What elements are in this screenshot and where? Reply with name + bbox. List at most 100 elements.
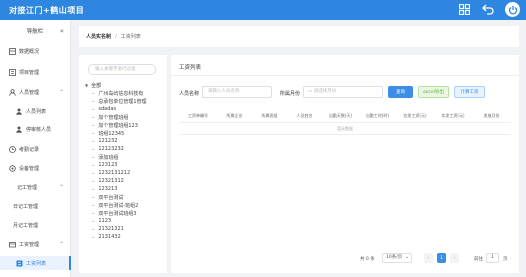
sidebar-item-label: 工资管理 — [19, 241, 40, 248]
page-size-select[interactable]: 10条/页 ⌄ — [382, 253, 412, 263]
table-header: 工资单编号 所属企业 所属班组 人员姓名 出勤天数(天) 出勤工时(时) 应发工资(元) 实发… — [179, 110, 511, 123]
current-page-button[interactable]: 1 — [437, 253, 446, 263]
tree-node[interactable]: • 广州岛屿信息科技有 — [92, 89, 167, 97]
tree-root[interactable]: ▼ 全部 — [85, 82, 101, 89]
column-header[interactable]: 发放月份 — [472, 113, 511, 119]
month-filter-label: 所属月份 — [280, 91, 301, 97]
tree-root-label: 全部 — [91, 83, 102, 89]
grid-icon[interactable] — [457, 3, 471, 17]
bullet-icon: • — [92, 90, 95, 96]
collapse-sidebar-icon[interactable]: « — [60, 27, 64, 35]
tree-node[interactable]: • 添加班组 — [92, 153, 167, 161]
bullet-icon: • — [92, 210, 95, 216]
month-filter-input[interactable]: ▭ 请选择月份 — [303, 86, 383, 98]
app-title: 对接江门+鹤山项目 — [9, 5, 85, 15]
sidebar-item-attendance[interactable]: 考勤记录 — [0, 142, 71, 156]
calculate-wages-button[interactable]: 计算工资 — [454, 86, 485, 98]
tree-node[interactable]: • 2131432 — [92, 233, 167, 241]
tree-node-list: • 广州岛屿信息科技有 • 总承包单位管理1管理 • sdadas • 加个管理班组 • 加个管理… — [92, 89, 167, 241]
chevron-up-icon: ⌃ — [58, 240, 64, 248]
sidebar-item-personnel[interactable]: 人员管理 ⌃ — [0, 85, 71, 99]
payroll-panel: 工资列表 人员名称 请输入人员名称 所属月份 ▭ 请选择月份 查询 excel导… — [171, 55, 519, 273]
settings-icon — [8, 164, 16, 172]
tree-node[interactable]: • 1232131212 — [92, 169, 167, 177]
tree-node[interactable]: • 12123232 — [92, 145, 167, 153]
tree-node-label: 加个管理班组123 — [98, 122, 138, 129]
sidebar-item-label: 记工管理 — [17, 184, 38, 191]
column-header[interactable]: 实发工资(元) — [434, 113, 472, 119]
tree-node[interactable]: • sdadas — [92, 105, 167, 113]
tree-node-label: 12123232 — [98, 146, 124, 152]
bullet-icon: • — [92, 98, 95, 104]
bullet-icon: • — [92, 138, 95, 144]
tree-node[interactable]: • 双平台测试 — [92, 193, 167, 201]
breadcrumb-separator: / — [115, 33, 117, 40]
clock-icon — [8, 145, 16, 153]
excel-export-button[interactable]: excel导出 — [418, 86, 449, 98]
column-header[interactable]: 出勤天数(天) — [322, 113, 359, 119]
tree-node[interactable]: • 加个管理班组 — [92, 113, 167, 121]
tree-node[interactable]: • 班组12345 — [92, 129, 167, 137]
sidebar-item-label: 停审核人员 — [26, 126, 52, 133]
column-header[interactable]: 出勤工时(时) — [359, 113, 396, 119]
tree-node-label: 21321321 — [98, 226, 124, 232]
sidebar-item-personnel-list[interactable]: 人员列表 — [0, 104, 71, 118]
next-page-button[interactable]: › — [450, 253, 459, 263]
search-button[interactable]: 查询 — [388, 86, 413, 98]
chevron-up-icon: ⌃ — [58, 88, 64, 96]
bullet-icon: • — [92, 106, 95, 112]
bullet-icon: • — [92, 170, 95, 176]
sidebar-item-label: 月记工管理 — [13, 222, 39, 229]
chevron-up-icon: ⌃ — [58, 183, 64, 191]
sidebar-item-label: 考勤记录 — [19, 146, 40, 153]
page-unit-label: 页 — [503, 256, 508, 262]
dashboard-icon — [8, 47, 16, 55]
wallet-icon — [8, 240, 16, 248]
sidebar-item-payroll[interactable]: 工资管理 ⌃ — [0, 237, 71, 251]
breadcrumb-parent[interactable]: 人员实名制 — [86, 33, 111, 40]
sidebar-item-work-records[interactable]: 记工管理 ⌃ — [0, 180, 71, 194]
column-header[interactable]: 应发工资(元) — [396, 113, 434, 119]
tree-node[interactable]: • 1123 — [92, 217, 167, 225]
bullet-icon: • — [92, 122, 95, 128]
tree-node[interactable]: • 总承包单位管理1管理 — [92, 97, 167, 105]
tree-node[interactable]: • 加个管理班组123 — [92, 121, 167, 129]
sidebar-item-overview[interactable]: 数据概况 — [0, 44, 71, 58]
sidebar-item-pending-review[interactable]: 停审核人员 — [0, 122, 71, 136]
sidebar-item-daily-records[interactable]: 日记工管理 — [0, 199, 71, 213]
bullet-icon: • — [92, 114, 95, 120]
tree-node[interactable]: • 21321321 — [92, 225, 167, 233]
sidebar-item-label: 数据概况 — [19, 48, 40, 55]
prev-page-button[interactable]: ‹ — [424, 253, 433, 263]
column-header[interactable]: 所属班组 — [252, 113, 287, 119]
table-empty-text: 暂无数据 — [179, 123, 511, 135]
sidebar-item-payroll-list[interactable]: 工资列表 — [0, 256, 71, 270]
tree-node[interactable]: • 123123 — [92, 161, 167, 169]
tree-node-label: 双平台测试-班组2 — [98, 202, 139, 209]
name-filter-input[interactable]: 请输入人员名称 — [202, 86, 272, 98]
column-header[interactable]: 人员姓名 — [287, 113, 322, 119]
bullet-icon: • — [92, 194, 95, 200]
tree-filter-input[interactable]: 输入关键字进行过滤 — [88, 64, 156, 75]
tree-node-label: 双平台测试班组3 — [98, 210, 137, 217]
tree-node[interactable]: • 双平台测试-班组2 — [92, 201, 167, 209]
caret-down-icon[interactable]: ▼ — [85, 83, 88, 88]
back-arrow-icon[interactable] — [481, 3, 495, 17]
tree-node[interactable]: • 双平台测试班组3 — [92, 209, 167, 217]
sidebar-item-monthly-records[interactable]: 月记工管理 — [0, 218, 71, 232]
bullet-icon: • — [92, 162, 95, 168]
tree-node[interactable]: • 121232 — [92, 137, 167, 145]
goto-page-input[interactable]: 1 — [486, 253, 499, 263]
column-header[interactable]: 所属企业 — [217, 113, 252, 119]
tree-node-label: sdadas — [98, 106, 117, 112]
sidebar-item-devices[interactable]: 设备管理 — [0, 161, 71, 175]
sidebar-item-label: 日记工管理 — [13, 203, 39, 210]
bullet-icon: • — [92, 226, 95, 232]
column-header[interactable]: 工资单编号 — [179, 113, 217, 119]
tree-node[interactable]: • 123213 — [92, 185, 167, 193]
power-icon[interactable] — [505, 2, 520, 17]
tree-node[interactable]: • 12321312 — [92, 177, 167, 185]
person-icon — [15, 125, 23, 133]
sidebar-item-projects[interactable]: 项目管理 — [0, 65, 71, 79]
sidebar-title: 导航栏 — [26, 29, 44, 35]
